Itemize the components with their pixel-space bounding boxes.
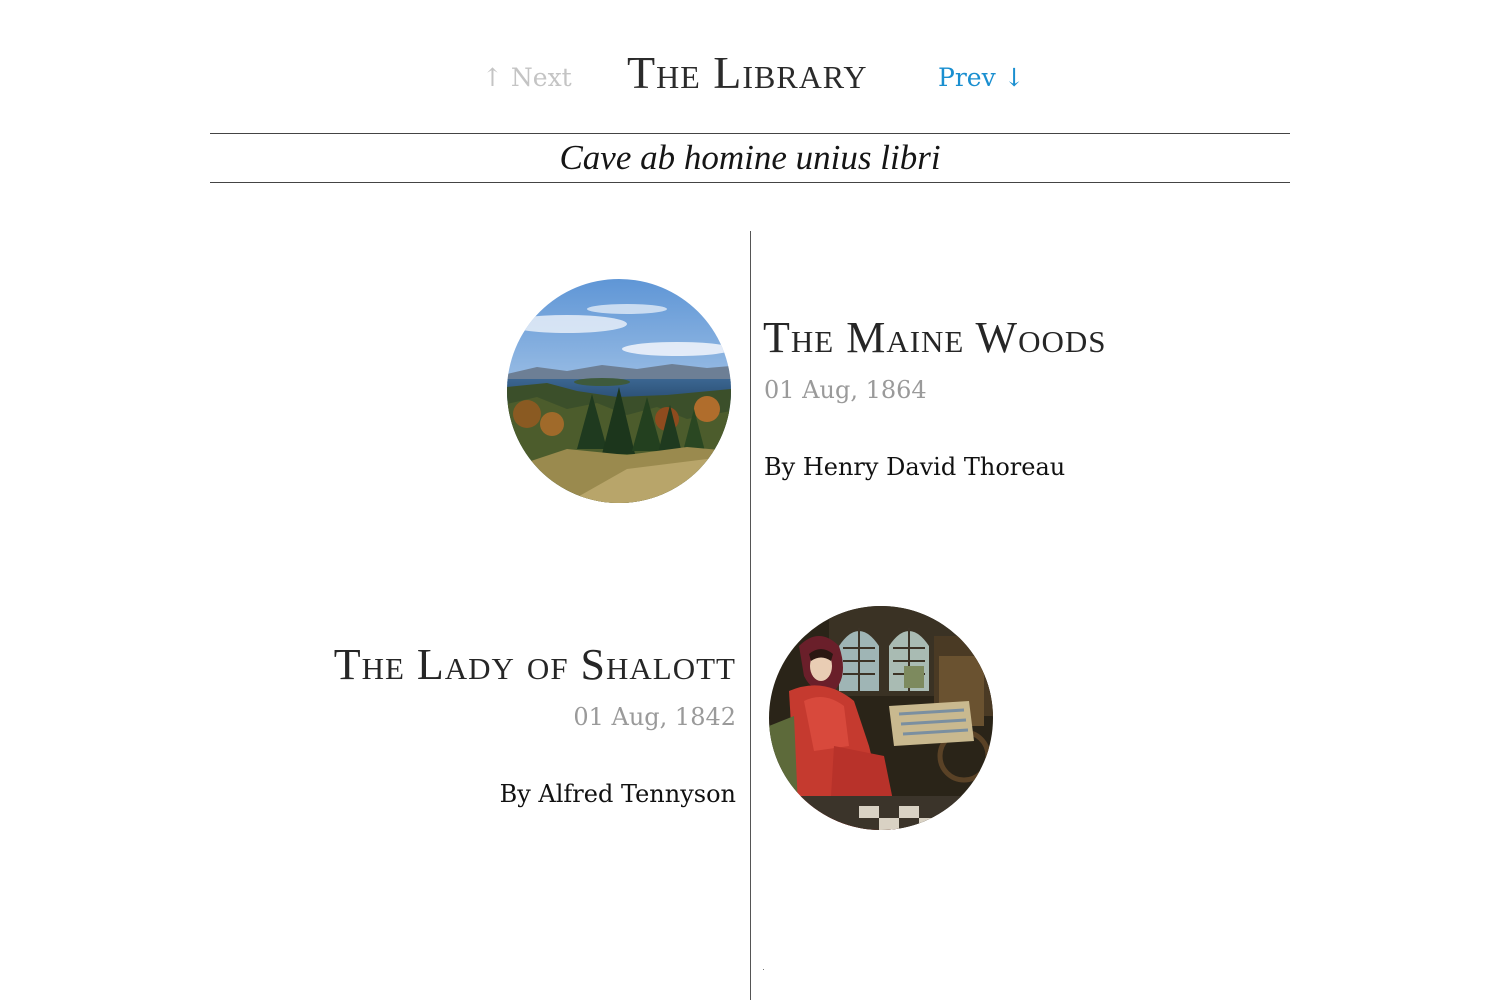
lady-at-loom-painting-image — [769, 606, 993, 830]
tagline: Cave ab homine unius libri — [559, 138, 941, 177]
entry-author: By Alfred Tennyson — [499, 780, 736, 808]
site-title: The Library — [627, 47, 868, 98]
site-header: ↑ Next The Library Prev ↓ — [0, 45, 1500, 105]
entry-title-link[interactable]: The Maine Woods — [763, 313, 1107, 363]
timeline-end-marker — [763, 969, 764, 970]
entry-date: 01 Aug, 1842 — [573, 703, 736, 731]
prev-link[interactable]: Prev ↓ — [938, 63, 1025, 92]
timeline-line — [750, 231, 751, 1000]
entry-date: 01 Aug, 1864 — [764, 376, 927, 404]
entry-author: By Henry David Thoreau — [764, 453, 1066, 481]
next-link[interactable]: ↑ Next — [482, 63, 572, 92]
lake-forest-landscape-image — [507, 279, 731, 503]
entry-thumbnail-lady-of-shalott[interactable] — [769, 606, 993, 830]
tagline-bottom-rule — [210, 182, 1290, 183]
entry-title-link[interactable]: The Lady of Shalott — [334, 640, 736, 690]
entry-thumbnail-maine-woods[interactable] — [507, 279, 731, 503]
